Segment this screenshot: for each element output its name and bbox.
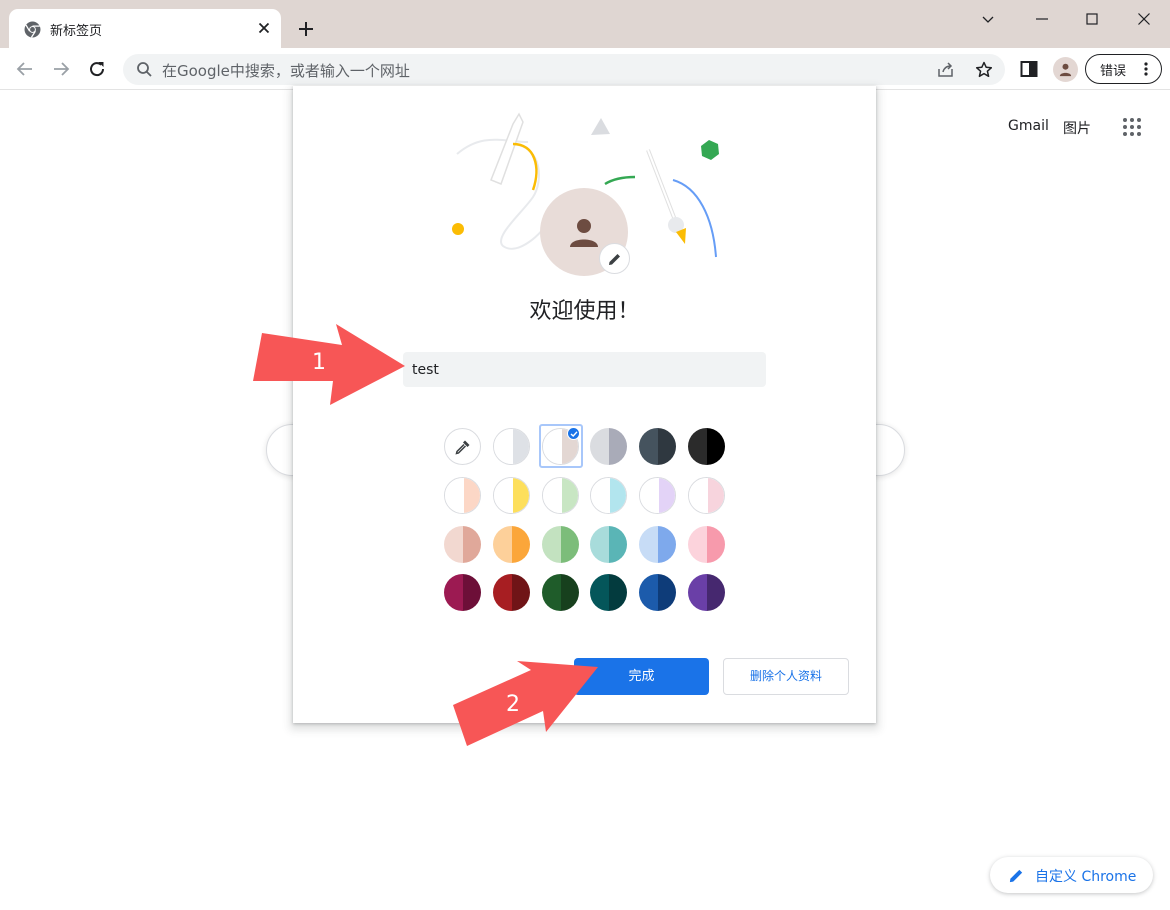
person-icon xyxy=(1059,63,1072,77)
edit-avatar-button[interactable] xyxy=(599,243,630,274)
color-swatch[interactable] xyxy=(444,526,481,563)
color-swatch[interactable] xyxy=(639,477,676,514)
forward-icon[interactable] xyxy=(50,58,72,80)
customize-label: 自定义 Chrome xyxy=(1035,869,1137,885)
share-icon[interactable] xyxy=(936,60,956,80)
done-button[interactable]: 完成 xyxy=(574,658,709,695)
annotation-label-2: 2 xyxy=(506,692,520,717)
reload-icon[interactable] xyxy=(86,58,108,80)
color-swatch[interactable] xyxy=(444,574,481,611)
color-swatch[interactable] xyxy=(639,526,676,563)
close-window-icon[interactable] xyxy=(1135,10,1153,28)
color-swatch[interactable] xyxy=(444,477,481,514)
pencil-icon xyxy=(1009,869,1023,883)
color-swatch[interactable] xyxy=(542,574,579,611)
omnibox-placeholder: 在Google中搜索，或者输入一个网址 xyxy=(162,62,410,80)
title-bar: 新标签页 xyxy=(0,0,1170,48)
images-link[interactable]: 图片 xyxy=(1063,118,1091,138)
minimize-icon[interactable] xyxy=(1033,10,1051,28)
close-tab-icon[interactable] xyxy=(255,19,273,37)
color-swatch[interactable] xyxy=(639,574,676,611)
tab-title: 新标签页 xyxy=(50,24,103,39)
welcome-heading: 欢迎使用！ xyxy=(529,299,640,324)
back-icon[interactable] xyxy=(14,58,36,80)
profile-setup-dialog: 欢迎使用！ 完成 删除个人资料 xyxy=(293,86,876,723)
color-swatch[interactable] xyxy=(493,477,530,514)
customize-chrome-button[interactable]: 自定义 Chrome xyxy=(990,857,1153,893)
toolbar: 在Google中搜索，或者输入一个网址 错误 xyxy=(0,48,1170,90)
bookmark-star-icon[interactable] xyxy=(974,60,994,80)
color-swatch[interactable] xyxy=(688,428,725,465)
profile-name-input[interactable] xyxy=(403,352,766,387)
eyedropper-icon xyxy=(455,440,470,455)
omnibox[interactable]: 在Google中搜索，或者输入一个网址 xyxy=(123,54,1005,85)
gmail-link[interactable]: Gmail xyxy=(1008,118,1049,134)
color-swatch[interactable] xyxy=(493,574,530,611)
profile-avatar[interactable] xyxy=(1053,57,1078,82)
annotation-label-1: 1 xyxy=(312,350,326,375)
color-swatch[interactable] xyxy=(688,574,725,611)
tab-new-tab[interactable]: 新标签页 xyxy=(9,9,281,48)
maximize-icon[interactable] xyxy=(1083,10,1101,28)
side-panel-icon[interactable] xyxy=(1018,58,1040,80)
apps-grid-icon[interactable] xyxy=(1122,117,1142,137)
more-vert-icon xyxy=(1144,62,1148,76)
color-swatch[interactable] xyxy=(590,526,627,563)
search-icon xyxy=(137,62,152,77)
color-swatch[interactable] xyxy=(590,428,627,465)
selected-check-icon xyxy=(567,427,580,440)
error-label: 错误 xyxy=(1100,64,1127,79)
color-swatch[interactable] xyxy=(639,428,676,465)
chrome-icon xyxy=(24,21,41,38)
custom-color-button[interactable] xyxy=(444,428,481,465)
color-swatch[interactable] xyxy=(542,526,579,563)
delete-profile-button[interactable]: 删除个人资料 xyxy=(723,658,849,695)
color-swatch[interactable] xyxy=(688,526,725,563)
color-swatch[interactable] xyxy=(590,477,627,514)
person-icon xyxy=(570,219,598,247)
color-swatch[interactable] xyxy=(493,428,530,465)
tab-search-icon[interactable] xyxy=(979,10,997,28)
color-swatch[interactable] xyxy=(542,477,579,514)
color-swatch[interactable] xyxy=(688,477,725,514)
error-button[interactable]: 错误 xyxy=(1085,54,1162,84)
pencil-icon xyxy=(609,254,620,265)
color-swatch[interactable] xyxy=(493,526,530,563)
color-swatch[interactable] xyxy=(590,574,627,611)
new-tab-icon[interactable] xyxy=(295,18,317,40)
